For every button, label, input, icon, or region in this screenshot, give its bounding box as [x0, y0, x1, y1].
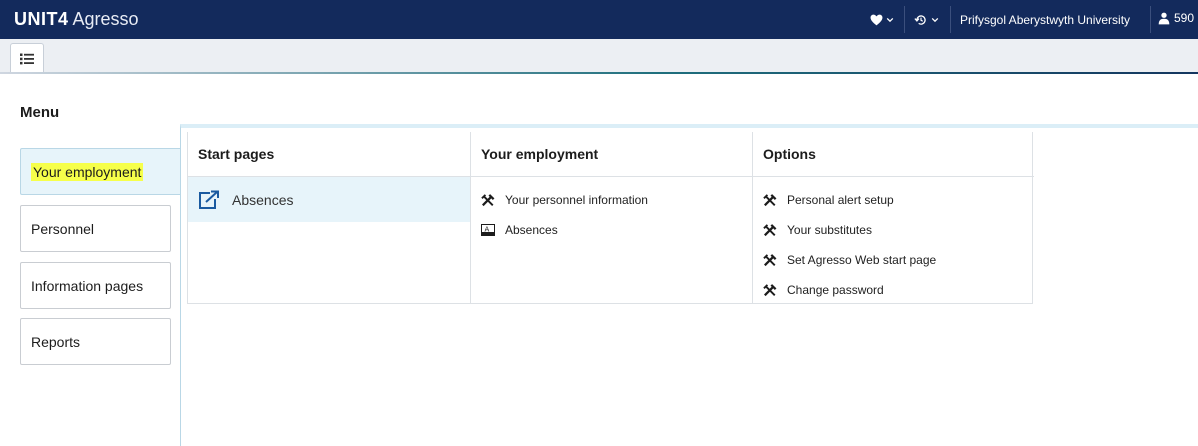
link-label: Your substitutes [787, 223, 872, 237]
divider [1150, 6, 1151, 33]
page-title: Menu [20, 104, 60, 121]
menu-tab-reports[interactable]: Reports [20, 318, 171, 365]
link-label: Your personnel information [505, 193, 648, 207]
menu-tab-label: Personnel [31, 220, 95, 237]
tab-strip [0, 39, 1198, 74]
link-absences[interactable]: A Absences [471, 215, 752, 245]
favourites-button[interactable] [870, 10, 894, 30]
tools-icon [763, 223, 777, 237]
menu-tab-label: Reports [31, 333, 81, 350]
link-your-personnel-information[interactable]: Your personnel information [471, 185, 752, 215]
form-icon: A [481, 223, 495, 237]
link-your-substitutes[interactable]: Your substitutes [753, 215, 1034, 245]
divider [950, 6, 951, 33]
brand-logo[interactable]: UNIT4 Agresso [14, 8, 139, 30]
link-label: Change password [787, 283, 884, 297]
menu-tab-label: Your employment [31, 162, 144, 181]
svg-text:A: A [485, 225, 490, 233]
menu-content-panel: Start pages Absences Your employment You… [180, 124, 1198, 446]
link-label: Set Agresso Web start page [787, 253, 937, 267]
brand-name: UNIT4 [14, 9, 69, 29]
user-id: 590 [1174, 11, 1195, 25]
link-label: Personal alert setup [787, 193, 894, 207]
link-set-start-page[interactable]: Set Agresso Web start page [753, 245, 1034, 275]
chevron-down-icon [931, 17, 939, 23]
chevron-down-icon [886, 17, 894, 23]
start-pages-column: Start pages Absences [188, 132, 470, 303]
column-header: Start pages [188, 132, 470, 177]
top-bar: UNIT4 Agresso Prifysgol Aberystwyth Unive… [0, 0, 1198, 39]
brand-product: Agresso [72, 9, 139, 29]
menu-tab-your-employment[interactable]: Your employment [20, 148, 184, 195]
link-change-password[interactable]: Change password [753, 275, 1034, 305]
tools-icon [763, 283, 777, 297]
list-icon [20, 53, 34, 64]
heart-icon [870, 14, 883, 26]
start-page-label: Absences [232, 191, 294, 208]
options-column: Options Personal alert setup Your substi… [752, 132, 1034, 303]
link-label: Absences [505, 223, 558, 237]
tools-icon [481, 193, 495, 207]
column-header: Options [753, 132, 1034, 177]
menu-tab-information-pages[interactable]: Information pages [20, 262, 171, 309]
menu-grid: Start pages Absences Your employment You… [187, 132, 1034, 304]
history-button[interactable] [914, 10, 939, 30]
menu-tab-label: Information pages [31, 277, 144, 294]
menu-tab[interactable] [10, 43, 44, 73]
user-menu[interactable]: 590 [1158, 10, 1194, 26]
university-name[interactable]: Prifysgol Aberystwyth University [960, 12, 1130, 28]
your-employment-column: Your employment Your personnel informati… [470, 132, 752, 303]
tools-icon [763, 253, 777, 267]
column-header: Your employment [471, 132, 752, 177]
tools-icon [763, 193, 777, 207]
user-icon [1158, 12, 1170, 24]
link-personal-alert-setup[interactable]: Personal alert setup [753, 185, 1034, 215]
divider [904, 6, 905, 33]
start-page-absences[interactable]: Absences [188, 177, 470, 222]
external-link-icon [198, 190, 220, 210]
history-icon [914, 15, 926, 25]
menu-tab-personnel[interactable]: Personnel [20, 205, 171, 252]
tab-divider-line [0, 72, 1198, 74]
